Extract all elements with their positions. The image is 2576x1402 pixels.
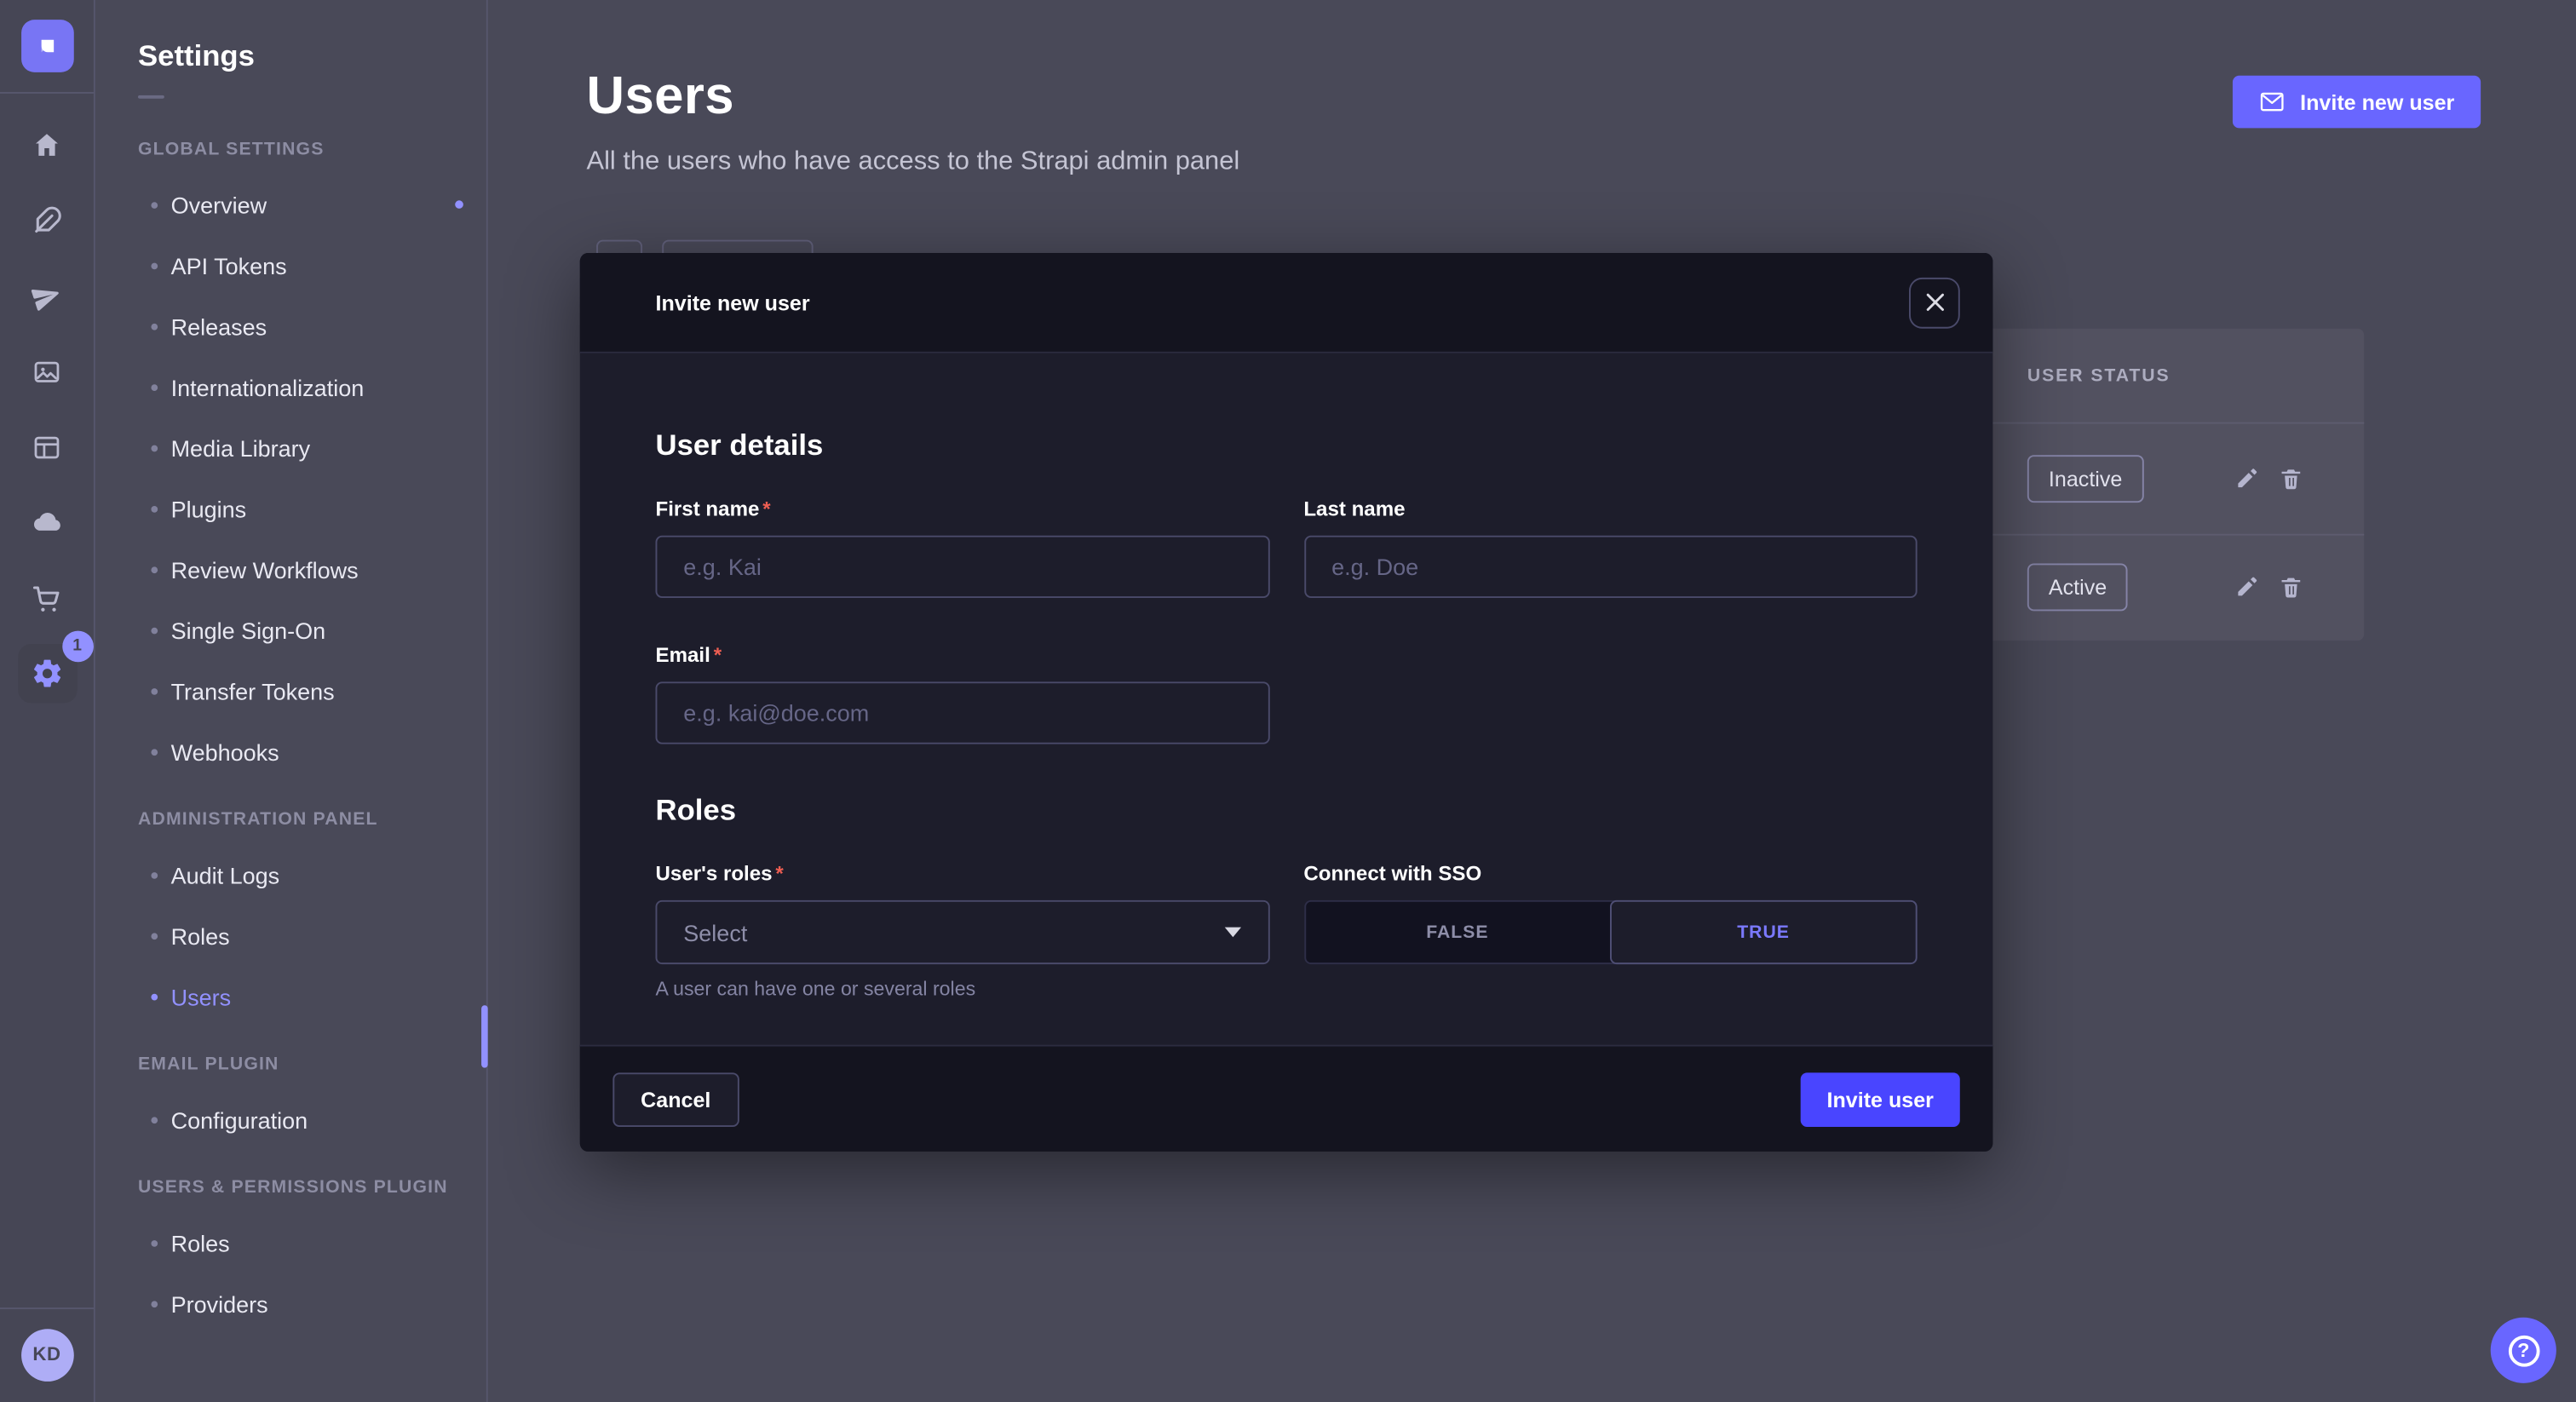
close-button[interactable] [1909, 277, 1960, 328]
first-name-label: First name [655, 497, 759, 520]
last-name-input[interactable] [1303, 536, 1917, 598]
sso-toggle: FALSE TRUE [1303, 900, 1917, 964]
sso-option-true[interactable]: TRUE [1610, 900, 1918, 964]
roles-hint: A user can have one or several roles [655, 977, 1268, 1000]
invite-user-submit-button[interactable]: Invite user [1801, 1072, 1960, 1126]
email-field: Email* [655, 641, 1268, 744]
strapi-admin-app: 1 KD Settings GLOBAL SETTINGS Overview A… [0, 0, 2576, 1402]
users-roles-label: User's roles [655, 862, 772, 885]
roles-heading: Roles [655, 793, 1917, 827]
last-name-label: Last name [1303, 497, 1405, 520]
close-icon [1924, 292, 1944, 312]
required-mark: * [762, 497, 770, 520]
email-label: Email [655, 644, 710, 667]
cancel-button[interactable]: Cancel [612, 1072, 739, 1126]
sso-option-false[interactable]: FALSE [1305, 902, 1609, 962]
chevron-down-icon [1223, 927, 1241, 939]
modal-footer: Cancel Invite user [580, 1045, 1993, 1152]
email-input[interactable] [655, 681, 1268, 744]
modal-title: Invite new user [655, 290, 809, 314]
first-name-input[interactable] [655, 536, 1268, 598]
modal-header: Invite new user [580, 253, 1993, 353]
roles-select[interactable]: Select [655, 900, 1268, 964]
modal-body: User details First name* Last name Email… [580, 353, 1993, 1045]
last-name-field: Last name [1303, 494, 1917, 597]
sso-label: Connect with SSO [1303, 862, 1481, 885]
required-mark: * [714, 644, 722, 667]
user-details-heading: User details [655, 428, 1917, 463]
roles-select-value: Select [683, 919, 747, 945]
sso-field: Connect with SSO FALSE TRUE [1303, 859, 1917, 1001]
invite-user-modal: Invite new user User details First name*… [580, 253, 1993, 1152]
first-name-field: First name* [655, 494, 1268, 597]
required-mark: * [775, 862, 783, 885]
users-roles-field: User's roles* Select A user can have one… [655, 859, 1268, 1001]
